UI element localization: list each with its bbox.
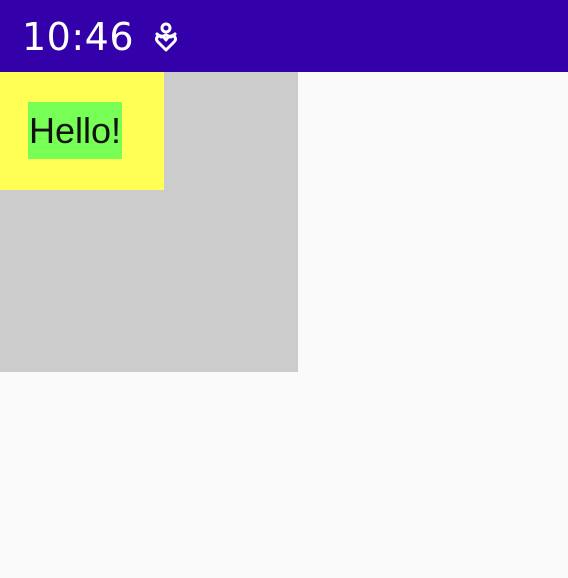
status-time: 10:46 [22,15,135,59]
hello-label: Hello! [28,102,123,159]
status-bar: 10:46 [0,0,568,72]
accessibility-heart-icon [152,22,180,52]
main-content: Hello! [0,72,568,578]
